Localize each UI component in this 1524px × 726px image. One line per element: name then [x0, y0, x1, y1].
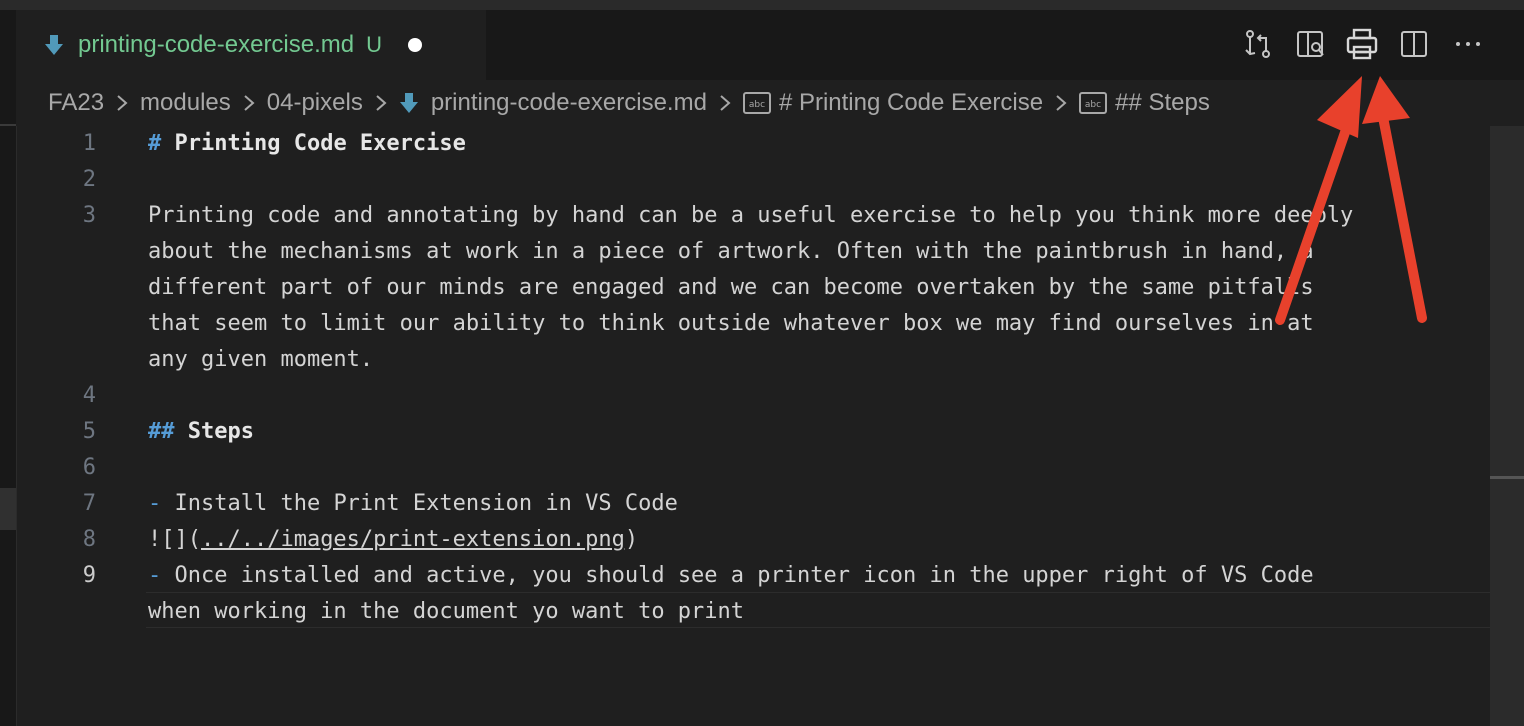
scrollbar-cursor-marker	[1490, 476, 1524, 479]
line-number: 5	[82, 419, 96, 444]
breadcrumb-heading1-label: # Printing Code Exercise	[778, 89, 1044, 116]
breadcrumb-item-file[interactable]: printing-code-exercise.md	[399, 89, 707, 117]
vertical-scrollbar[interactable]	[1490, 126, 1524, 726]
markdown-file-icon	[44, 32, 66, 58]
split-editor-icon[interactable]	[1396, 26, 1432, 62]
line-number: 1	[82, 131, 96, 156]
code-line-3-wrap: Printing code and annotating by hand can…	[148, 203, 1354, 228]
code-line-7: - Install the Print Extension in VS Code	[148, 486, 678, 522]
markdown-heading-text: Printing Code Exercise	[174, 131, 466, 156]
git-untracked-badge: U	[366, 32, 383, 57]
line-number: 2	[82, 167, 96, 192]
code-line-1: # Printing Code Exercise	[148, 126, 466, 162]
side-panel-marker	[0, 124, 16, 126]
print-icon[interactable]	[1344, 26, 1380, 62]
markdown-heading-marker: ##	[148, 419, 175, 444]
breadcrumb-item-heading1[interactable]: abc # Printing Code Exercise	[742, 89, 1044, 117]
title-strip	[0, 0, 1524, 10]
markdown-heading-marker: #	[148, 131, 162, 156]
image-syntax-suffix: )	[624, 527, 639, 552]
line-number: 6	[82, 455, 96, 480]
line-number: 3	[82, 203, 96, 228]
open-changes-icon[interactable]	[1240, 26, 1276, 62]
code-line-3-wrap: different part of our minds are engaged …	[148, 275, 1314, 300]
code-line-3-wrap: that seem to limit our ability to think …	[148, 311, 1314, 336]
list-item-text: Install the Print Extension in VS Code	[174, 491, 678, 516]
chevron-right-icon	[1055, 93, 1067, 113]
line-number-active: 9	[82, 563, 96, 588]
unsaved-dot-icon[interactable]	[408, 38, 423, 52]
code-line-9-wrap: when working in the document yo want to …	[148, 599, 745, 624]
image-syntax-prefix: ![](	[148, 527, 201, 552]
code-line-5: ## Steps	[148, 414, 254, 450]
list-item-text: Once installed and active, you should se…	[174, 563, 1314, 588]
list-bullet: -	[148, 491, 162, 516]
side-panel-edge	[0, 10, 17, 726]
editor-tab[interactable]: printing-code-exercise.md U	[16, 10, 486, 80]
breadcrumb-heading2-label: ## Steps	[1115, 89, 1210, 116]
tab-title: printing-code-exercise.md	[78, 31, 355, 58]
list-bullet: -	[148, 563, 162, 588]
svg-text:abc: abc	[1085, 100, 1101, 110]
breadcrumb-file-label: printing-code-exercise.md	[430, 89, 707, 116]
code-editor[interactable]: 1 2 3 4 5 6 7 8 9 # Printing Code Exerci…	[16, 126, 1524, 726]
line-number: 8	[82, 527, 96, 552]
side-panel-selection	[0, 488, 16, 530]
open-preview-icon[interactable]	[1292, 26, 1328, 62]
chevron-right-icon	[116, 93, 128, 113]
breadcrumb-item-heading2[interactable]: abc ## Steps	[1079, 89, 1210, 117]
breadcrumb-item-fa23[interactable]: FA23	[48, 89, 104, 117]
line-number: 7	[82, 491, 96, 516]
svg-text:abc: abc	[749, 100, 765, 110]
breadcrumb: FA23 modules 04-pixels printing-code-exe…	[16, 80, 1524, 126]
string-symbol-icon: abc	[742, 92, 771, 114]
chevron-right-icon	[375, 93, 387, 113]
breadcrumb-item-modules[interactable]: modules	[140, 89, 231, 117]
code-line-3-wrap: any given moment.	[148, 347, 374, 372]
breadcrumb-item-04-pixels[interactable]: 04-pixels	[267, 89, 363, 117]
line-number: 4	[82, 383, 96, 408]
markdown-heading-text: Steps	[187, 419, 254, 444]
more-actions-icon[interactable]	[1450, 26, 1486, 62]
image-path-link[interactable]: ../../images/print-extension.png	[201, 527, 625, 552]
editor-tab-bar: printing-code-exercise.md U	[16, 10, 1524, 80]
code-line-9: - Once installed and active, you should …	[148, 558, 1314, 594]
chevron-right-icon	[719, 93, 731, 113]
markdown-file-icon	[399, 91, 419, 115]
code-line-3-wrap: about the mechanisms at work in a piece …	[148, 239, 1314, 264]
chevron-right-icon	[243, 93, 255, 113]
code-line-8: ![](../../images/print-extension.png)	[148, 522, 638, 558]
string-symbol-icon: abc	[1079, 92, 1108, 114]
editor-actions	[1240, 10, 1520, 80]
